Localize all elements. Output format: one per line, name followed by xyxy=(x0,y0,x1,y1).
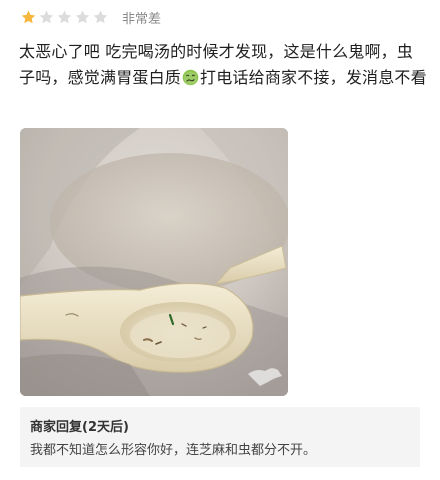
review-text-part-2: 打电话给商家不接，发消息不看 xyxy=(200,68,427,87)
star-rating xyxy=(20,9,110,26)
nauseated-face-icon xyxy=(182,69,199,86)
soup-spoon-photo xyxy=(20,128,288,396)
merchant-reply-title: 商家回复(2天后) xyxy=(30,420,129,435)
review-text: 太恶心了吧 吃完喝汤的时候才发现，这是什么鬼啊，虫子吗，感觉满胃蛋白质 打电话给… xyxy=(19,39,429,91)
rating-label: 非常差 xyxy=(122,11,162,27)
rating-row: 非常差 xyxy=(20,6,161,28)
merchant-reply-box: 商家回复(2天后) 我都不知道怎么形容你好，连芝麻和虫都分不开。 xyxy=(20,407,420,467)
merchant-reply-text: 我都不知道怎么形容你好，连芝麻和虫都分不开。 xyxy=(30,443,317,458)
star-empty-icon xyxy=(39,10,54,23)
star-empty-icon xyxy=(75,10,90,23)
star-filled-icon xyxy=(21,10,36,23)
star-empty-icon xyxy=(93,10,108,23)
star-empty-icon xyxy=(57,10,72,23)
review-photo[interactable] xyxy=(20,128,288,396)
